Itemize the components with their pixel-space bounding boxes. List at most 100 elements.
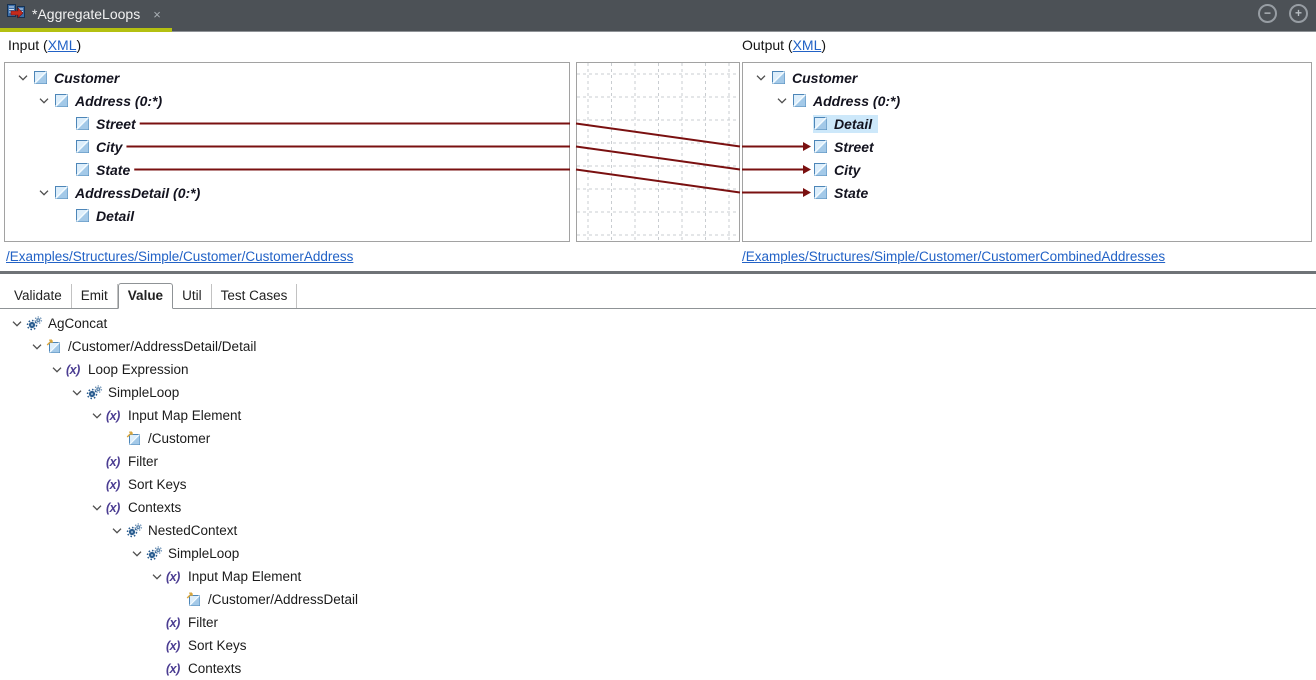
gears-icon — [146, 546, 168, 561]
expand-chevron-icon[interactable] — [88, 505, 106, 511]
tree-item[interactable]: (x)Input Map Element — [8, 565, 1316, 588]
tree-item[interactable]: Customer — [5, 66, 569, 89]
expand-chevron-icon[interactable] — [8, 321, 26, 327]
titlebar-bottom-edge — [172, 28, 1316, 32]
tree-item[interactable]: NestedContext — [8, 519, 1316, 542]
tree-item[interactable]: AgConcat — [8, 312, 1316, 335]
tab-util[interactable]: Util — [173, 284, 212, 308]
element-icon — [814, 186, 834, 199]
tree-item-label: AddressDetail (0:*) — [75, 185, 200, 201]
collapse-circle-button[interactable]: − — [1258, 4, 1277, 23]
tree-item-label: Loop Expression — [88, 362, 189, 377]
tree-item[interactable]: State — [743, 181, 1311, 204]
tree-item[interactable]: (x)Filter — [8, 450, 1316, 473]
tree-item-content[interactable]: Detail — [75, 207, 140, 225]
tree-item-content[interactable]: Customer — [33, 69, 125, 87]
output-xml-link[interactable]: XML — [793, 37, 822, 53]
tree-item[interactable]: Detail — [743, 112, 1311, 135]
tree-item[interactable]: SimpleLoop — [8, 381, 1316, 404]
tree-item[interactable]: City — [743, 158, 1311, 181]
active-tab-underline — [0, 28, 172, 32]
element-icon — [34, 71, 54, 84]
tree-item[interactable]: (x)Filter — [8, 611, 1316, 634]
tree-item-content[interactable]: Customer — [771, 69, 863, 87]
tree-item-content[interactable]: AddressDetail (0:*) — [54, 184, 206, 202]
element-icon — [55, 94, 75, 107]
tree-item[interactable]: Detail — [5, 204, 569, 227]
tree-item[interactable]: /Customer/AddressDetail — [8, 588, 1316, 611]
expand-chevron-icon[interactable] — [128, 551, 146, 557]
tree-item-label: City — [96, 139, 122, 155]
expand-circle-button[interactable]: + — [1289, 4, 1308, 23]
tree-item[interactable]: (x)Loop Expression — [8, 358, 1316, 381]
expand-chevron-icon[interactable] — [48, 367, 66, 373]
tab-close-icon[interactable]: × — [153, 7, 161, 22]
tree-item-content[interactable]: City — [75, 138, 128, 156]
tree-item[interactable]: (x)Contexts — [8, 657, 1316, 680]
tree-item[interactable]: SimpleLoop — [8, 542, 1316, 565]
expand-chevron-icon[interactable] — [68, 390, 86, 396]
tree-item-label: Customer — [792, 70, 857, 86]
tree-item[interactable]: AddressDetail (0:*) — [5, 181, 569, 204]
tab-validate[interactable]: Validate — [5, 284, 72, 308]
expression-icon: (x) — [106, 478, 128, 492]
element-icon — [814, 140, 834, 153]
tree-item[interactable]: (x)Sort Keys — [8, 473, 1316, 496]
element-icon — [772, 71, 792, 84]
tree-item[interactable]: State — [5, 158, 569, 181]
tree-item[interactable]: Street — [5, 112, 569, 135]
tree-item-label: State — [834, 185, 868, 201]
tab-emit[interactable]: Emit — [72, 284, 118, 308]
mapped-element-icon — [186, 592, 208, 607]
tree-item-content[interactable]: Street — [813, 138, 880, 156]
element-icon — [76, 140, 96, 153]
element-icon — [814, 117, 834, 130]
tree-item-label: /Customer — [148, 431, 210, 446]
mapping-grid — [577, 63, 739, 241]
expand-chevron-icon[interactable] — [751, 75, 771, 81]
tree-item-label: Input Map Element — [128, 408, 241, 423]
tree-item-label: Sort Keys — [188, 638, 247, 653]
tree-item-content[interactable]: State — [75, 161, 136, 179]
expand-chevron-icon[interactable] — [13, 75, 33, 81]
tab-test-cases[interactable]: Test Cases — [212, 284, 298, 308]
input-structure-link[interactable]: /Examples/Structures/Simple/Customer/Cus… — [6, 249, 353, 264]
expand-chevron-icon[interactable] — [772, 98, 792, 104]
tree-item[interactable]: (x)Sort Keys — [8, 634, 1316, 657]
tree-item-content[interactable]: State — [813, 184, 874, 202]
tree-item[interactable]: (x)Input Map Element — [8, 404, 1316, 427]
expand-chevron-icon[interactable] — [28, 344, 46, 350]
expand-chevron-icon[interactable] — [148, 574, 166, 580]
pane-splitter[interactable] — [0, 271, 1316, 274]
tree-item-content[interactable]: Address (0:*) — [792, 92, 906, 110]
window-controls: − + — [1258, 4, 1308, 23]
tab-value[interactable]: Value — [118, 283, 173, 309]
tree-item[interactable]: /Customer/AddressDetail/Detail — [8, 335, 1316, 358]
input-xml-link[interactable]: XML — [48, 37, 77, 53]
tree-item-label: NestedContext — [148, 523, 237, 538]
output-structure-link[interactable]: /Examples/Structures/Simple/Customer/Cus… — [742, 249, 1165, 264]
tree-item-content[interactable]: Street — [75, 115, 142, 133]
tree-item-label: Contexts — [188, 661, 241, 676]
tree-item-label: Street — [834, 139, 874, 155]
document-tab[interactable]: *AggregateLoops × — [0, 0, 171, 28]
output-tree-panel: Customer Address (0:*) Detail Street City Sta… — [742, 62, 1312, 242]
expand-chevron-icon[interactable] — [34, 98, 54, 104]
output-header-prefix: Output ( — [742, 37, 793, 53]
mapping-canvas[interactable] — [576, 62, 740, 242]
tree-item[interactable]: Address (0:*) — [5, 89, 569, 112]
expand-chevron-icon[interactable] — [34, 190, 54, 196]
tree-item[interactable]: Customer — [743, 66, 1311, 89]
tree-item-content[interactable]: City — [813, 161, 866, 179]
tree-item[interactable]: (x)Contexts — [8, 496, 1316, 519]
tree-item[interactable]: Street — [743, 135, 1311, 158]
tree-item[interactable]: City — [5, 135, 569, 158]
tree-item[interactable]: /Customer — [8, 427, 1316, 450]
tree-item-label: Sort Keys — [128, 477, 187, 492]
expand-chevron-icon[interactable] — [88, 413, 106, 419]
tree-item-label: City — [834, 162, 860, 178]
selected-tree-item[interactable]: Detail — [813, 115, 878, 133]
tree-item[interactable]: Address (0:*) — [743, 89, 1311, 112]
tree-item-content[interactable]: Address (0:*) — [54, 92, 168, 110]
expand-chevron-icon[interactable] — [108, 528, 126, 534]
